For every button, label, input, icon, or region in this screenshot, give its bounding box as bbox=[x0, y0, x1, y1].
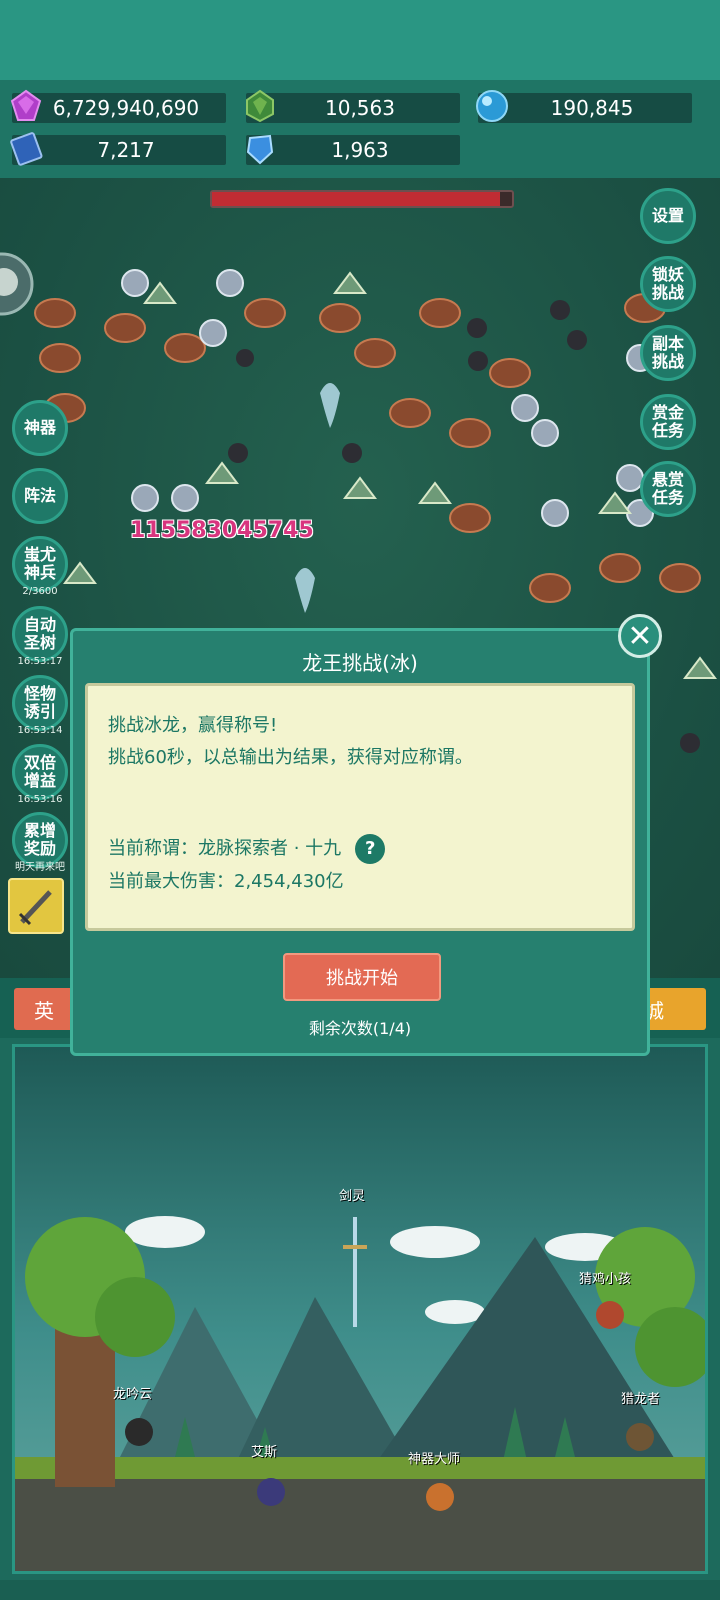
button-label: 阵法 bbox=[23, 486, 56, 505]
button-label: 神器 bbox=[23, 418, 56, 437]
character-chicken-kid[interactable]: 猜鸡小孩 bbox=[579, 1268, 631, 1287]
resource-green: 10,563 bbox=[246, 89, 460, 123]
bottom-strip bbox=[0, 1580, 720, 1600]
button-timer: 16:53:17 bbox=[17, 656, 63, 667]
button-label: 蚩尤 神兵 bbox=[23, 545, 56, 582]
dialog-title: 龙王挑战(冰) bbox=[302, 651, 418, 675]
current-status: 当前称谓：龙脉探索者 · 十九? 当前最大伤害：2,454,430亿 bbox=[108, 832, 386, 898]
dialog-description: 挑战冰龙，赢得称号! 挑战60秒，以总输出为结果，获得对应称谓。 bbox=[108, 710, 473, 774]
remaining-attempts: 剩余次数(1/4) bbox=[308, 1019, 412, 1038]
button-timer: 16:53:16 bbox=[17, 794, 63, 805]
avatar[interactable] bbox=[0, 250, 34, 320]
resource-value: 7,217 bbox=[97, 138, 155, 162]
desc-line-2: 挑战60秒，以总输出为结果，获得对应称谓。 bbox=[108, 747, 473, 768]
resource-value: 190,845 bbox=[550, 96, 634, 120]
monster-lure-button[interactable]: 怪物 诱引 16:53:14 bbox=[12, 675, 68, 736]
bounty-task-button[interactable]: 赏金 任务 bbox=[640, 394, 696, 450]
damage-number: 115583045745 bbox=[130, 518, 314, 543]
character-sword-spirit[interactable]: 剑灵 bbox=[339, 1185, 365, 1204]
resource-value: 10,563 bbox=[325, 96, 395, 120]
character-dragon-hunter[interactable]: 猎龙者 bbox=[621, 1388, 660, 1407]
character-long-yin-yun[interactable]: 龙吟云 bbox=[113, 1383, 152, 1402]
boss-health-bar bbox=[210, 190, 514, 208]
resource-gems: 6,729,940,690 bbox=[10, 89, 226, 123]
double-buff-button[interactable]: 双倍 增益 16:53:16 bbox=[12, 744, 68, 805]
button-label: 怪物 诱引 bbox=[23, 684, 56, 721]
cumulative-reward-button[interactable]: 累增 奖励明天再来吧 bbox=[12, 812, 68, 873]
resource-value: 6,729,940,690 bbox=[52, 96, 200, 120]
blue-book-icon bbox=[10, 132, 43, 166]
desc-line-1: 挑战冰龙，赢得称号! bbox=[108, 715, 278, 736]
button-label: 双倍 增益 bbox=[23, 753, 56, 790]
chiyou-weapon-button[interactable]: 蚩尤 神兵 2/3600 bbox=[12, 536, 68, 597]
dialog-content: 挑战冰龙，赢得称号! 挑战60秒，以总输出为结果，获得对应称谓。 当前称谓：龙脉… bbox=[85, 683, 635, 931]
close-icon[interactable]: ✕ bbox=[618, 614, 662, 658]
mountain-backdrop bbox=[15, 1216, 705, 1571]
character-ai-si[interactable]: 艾斯 bbox=[251, 1441, 277, 1460]
formation-button[interactable]: 阵法 bbox=[12, 468, 68, 524]
demon-lock-challenge-button[interactable]: 锁妖 挑战 bbox=[640, 256, 696, 312]
resource-crystal: 1,963 bbox=[246, 134, 460, 165]
blue-crystal-icon bbox=[246, 134, 274, 165]
auto-holy-tree-button[interactable]: 自动 圣树 16:53:17 bbox=[12, 606, 68, 667]
skill-slot[interactable] bbox=[8, 878, 64, 934]
button-timer: 16:53:14 bbox=[17, 725, 63, 736]
tab-hero[interactable]: 英 bbox=[14, 988, 74, 1030]
start-challenge-button[interactable]: 挑战开始 bbox=[283, 953, 441, 1001]
hero-scene: 剑灵 龙吟云 艾斯 神器大师 猜鸡小孩 猎龙者 bbox=[12, 1044, 708, 1574]
purple-gem-icon bbox=[10, 89, 42, 121]
button-timer: 2/3600 bbox=[22, 586, 58, 597]
button-timer: 明天再来吧 bbox=[15, 862, 65, 873]
settings-button[interactable]: 设置 bbox=[640, 188, 696, 244]
green-gem-icon bbox=[246, 89, 274, 123]
resource-panel: 6,729,940,690 10,563 190,845 7,217 1,963 bbox=[0, 80, 720, 178]
character-artifact-master[interactable]: 神器大师 bbox=[408, 1448, 460, 1467]
button-label: 累增 奖励 bbox=[23, 821, 56, 858]
resource-orb: 190,845 bbox=[476, 90, 692, 123]
resource-book: 7,217 bbox=[10, 132, 226, 166]
blue-orb-icon bbox=[476, 90, 508, 122]
sword-icon bbox=[18, 890, 52, 926]
dungeon-challenge-button[interactable]: 副本 挑战 bbox=[640, 325, 696, 381]
button-label: 自动 圣树 bbox=[23, 615, 56, 652]
resource-value: 1,963 bbox=[331, 138, 389, 162]
current-title: 当前称谓：龙脉探索者 · 十九 bbox=[108, 838, 342, 859]
help-icon[interactable]: ? bbox=[355, 834, 386, 864]
dragon-king-challenge-dialog: 龙王挑战(冰) 挑战冰龙，赢得称号! 挑战60秒，以总输出为结果，获得对应称谓。… bbox=[70, 628, 650, 1056]
status-area bbox=[0, 0, 720, 80]
reward-task-button[interactable]: 悬赏 任务 bbox=[640, 461, 696, 517]
max-damage: 当前最大伤害：2,454,430亿 bbox=[108, 871, 344, 892]
artifact-button[interactable]: 神器 bbox=[12, 400, 68, 456]
